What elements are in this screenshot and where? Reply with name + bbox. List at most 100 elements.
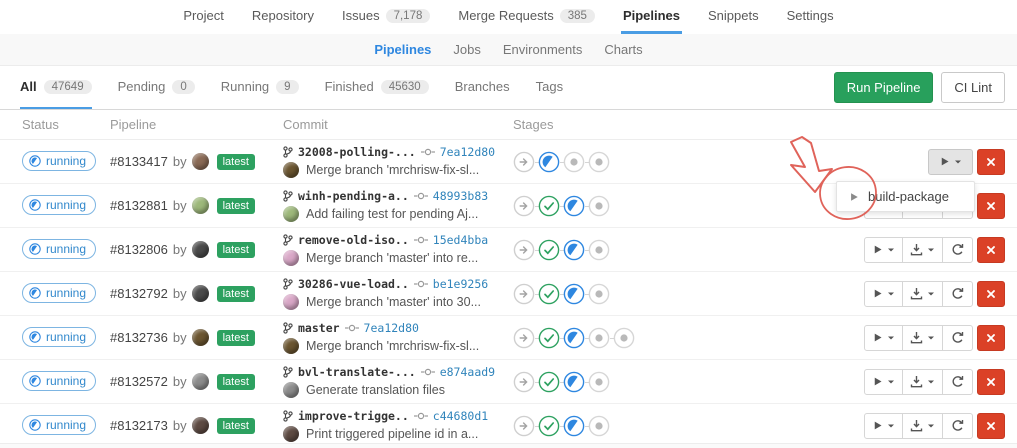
user-avatar[interactable] [192,417,209,434]
pipeline-id-link[interactable]: #8132881 [110,198,168,213]
top-nav-repository[interactable]: Repository [250,0,316,34]
top-nav-pipelines[interactable]: Pipelines [621,0,682,34]
stage-icon-running[interactable] [538,151,560,173]
user-avatar[interactable] [192,197,209,214]
commit-message[interactable]: Merge branch 'mrchrisw-fix-sl... [306,339,479,353]
pipeline-id-link[interactable]: #8132173 [110,418,168,433]
play-dropdown-button[interactable] [864,413,903,439]
ci-lint-button[interactable]: CI Lint [941,72,1005,103]
stage-icon-running[interactable] [563,283,585,305]
status-badge[interactable]: running [22,327,96,347]
sub-nav-environments[interactable]: Environments [503,42,582,57]
tab-tags[interactable]: Tags [536,66,563,109]
pipeline-id-link[interactable]: #8132572 [110,374,168,389]
tab-all[interactable]: All47649 [20,66,92,109]
top-nav-settings[interactable]: Settings [785,0,836,34]
commit-author-avatar[interactable] [283,338,299,354]
stage-icon-created[interactable] [563,151,585,173]
branch-name-link[interactable]: master [298,321,340,335]
branch-name-link[interactable]: improve-trigge.. [298,409,409,423]
stage-icon-success[interactable] [538,239,560,261]
pipeline-id-link[interactable]: #8133417 [110,154,168,169]
stage-icon-created[interactable] [613,327,635,349]
stage-icon-created[interactable] [588,371,610,393]
user-avatar[interactable] [192,153,209,170]
stage-icon-skipped[interactable] [513,239,535,261]
commit-message[interactable]: Merge branch 'master' into re... [306,251,478,265]
stage-icon-created[interactable] [588,283,610,305]
pipeline-id-link[interactable]: #8132806 [110,242,168,257]
retry-pipeline-button[interactable] [942,325,973,351]
branch-name-link[interactable]: 30286-vue-load.. [298,277,409,291]
cancel-pipeline-button[interactable] [977,325,1005,351]
status-badge[interactable]: running [22,415,96,435]
pipeline-id-link[interactable]: #8132792 [110,286,168,301]
cancel-pipeline-button[interactable] [977,369,1005,395]
pipeline-id-link[interactable]: #8132736 [110,330,168,345]
cancel-pipeline-button[interactable] [977,149,1005,175]
commit-sha-link[interactable]: 7ea12d80 [364,321,419,335]
top-nav-issues[interactable]: Issues7,178 [340,0,432,34]
commit-author-avatar[interactable] [283,382,299,398]
dropdown-item-build-package[interactable]: build-package [837,184,974,209]
stage-icon-skipped[interactable] [513,371,535,393]
tab-branches[interactable]: Branches [455,66,510,109]
commit-author-avatar[interactable] [283,206,299,222]
cancel-pipeline-button[interactable] [977,237,1005,263]
sub-nav-jobs[interactable]: Jobs [453,42,480,57]
branch-name-link[interactable]: remove-old-iso.. [298,233,409,247]
stage-icon-running[interactable] [563,195,585,217]
stage-icon-success[interactable] [538,195,560,217]
play-dropdown-button[interactable] [864,369,903,395]
sub-nav-pipelines[interactable]: Pipelines [374,42,431,57]
commit-sha-link[interactable]: 15ed4bba [433,233,488,247]
cancel-pipeline-button[interactable] [977,413,1005,439]
cancel-pipeline-button[interactable] [977,281,1005,307]
branch-name-link[interactable]: 32008-polling-... [298,145,416,159]
stage-icon-success[interactable] [538,371,560,393]
status-badge[interactable]: running [22,239,96,259]
user-avatar[interactable] [192,285,209,302]
commit-author-avatar[interactable] [283,294,299,310]
download-artifacts-button[interactable] [902,325,943,351]
status-badge[interactable]: running [22,371,96,391]
retry-pipeline-button[interactable] [942,369,973,395]
user-avatar[interactable] [192,329,209,346]
stage-icon-created[interactable] [588,195,610,217]
commit-author-avatar[interactable] [283,162,299,178]
download-artifacts-button[interactable] [902,281,943,307]
status-badge[interactable]: running [22,283,96,303]
stage-icon-created[interactable] [588,239,610,261]
tab-running[interactable]: Running9 [221,66,299,109]
commit-sha-link[interactable]: e874aad9 [440,365,495,379]
retry-pipeline-button[interactable] [942,413,973,439]
top-nav-snippets[interactable]: Snippets [706,0,761,34]
user-avatar[interactable] [192,241,209,258]
commit-author-avatar[interactable] [283,426,299,442]
stage-icon-skipped[interactable] [513,151,535,173]
commit-sha-link[interactable]: 7ea12d80 [440,145,495,159]
branch-name-link[interactable]: bvl-translate-... [298,365,416,379]
download-artifacts-button[interactable] [902,237,943,263]
play-dropdown-button[interactable] [864,281,903,307]
top-nav-merge-requests[interactable]: Merge Requests385 [456,0,597,34]
commit-sha-link[interactable]: be1e9256 [433,277,488,291]
retry-pipeline-button[interactable] [942,237,973,263]
commit-author-avatar[interactable] [283,250,299,266]
stage-icon-skipped[interactable] [513,415,535,437]
download-artifacts-button[interactable] [902,413,943,439]
commit-message[interactable]: Add failing test for pending Aj... [306,207,478,221]
status-badge[interactable]: running [22,151,96,171]
stage-icon-created[interactable] [588,151,610,173]
top-nav-project[interactable]: Project [181,0,225,34]
commit-message[interactable]: Merge branch 'mrchrisw-fix-sl... [306,163,479,177]
stage-icon-skipped[interactable] [513,195,535,217]
stage-icon-running[interactable] [563,415,585,437]
stage-icon-success[interactable] [538,415,560,437]
commit-sha-link[interactable]: c44680d1 [433,409,488,423]
commit-message[interactable]: Generate translation files [306,383,445,397]
user-avatar[interactable] [192,373,209,390]
sub-nav-charts[interactable]: Charts [604,42,642,57]
play-dropdown-button[interactable] [864,325,903,351]
play-dropdown-button[interactable] [864,237,903,263]
